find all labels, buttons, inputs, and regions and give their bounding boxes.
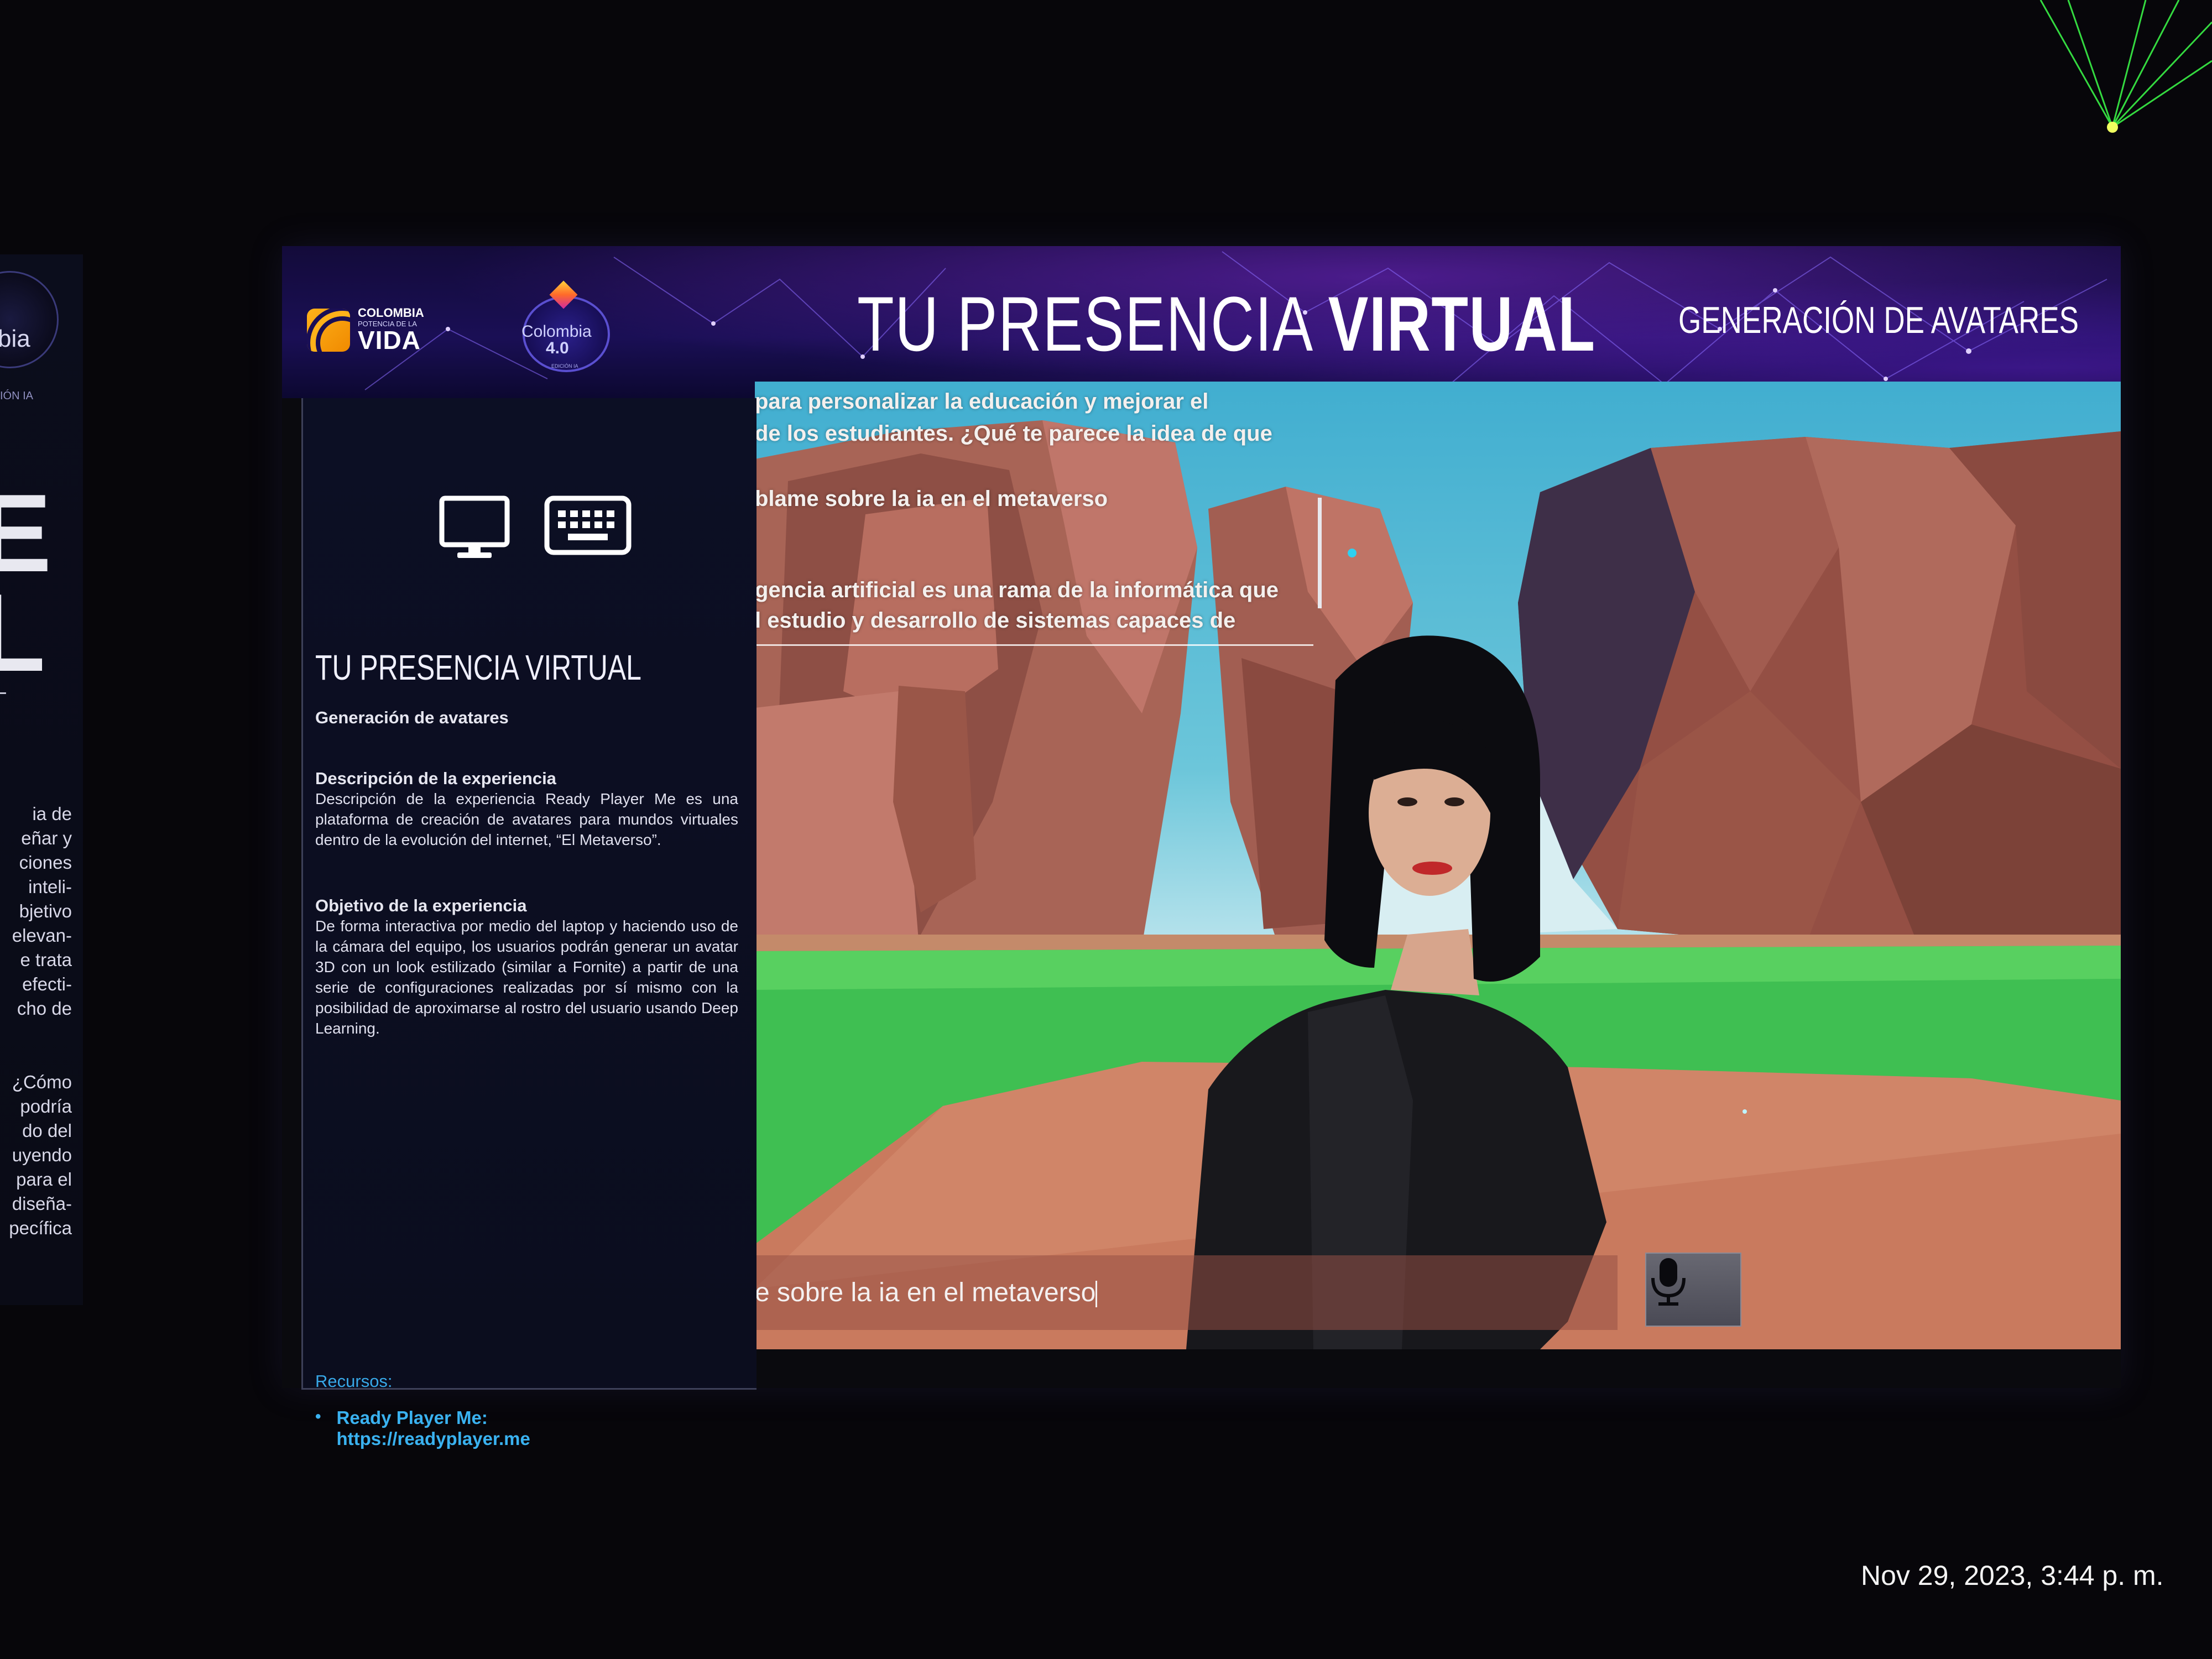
left-line: uyendo xyxy=(12,1145,72,1165)
message-input-value: e sobre la ia en el metaverso xyxy=(755,1278,1096,1307)
left-line: do del xyxy=(22,1120,72,1141)
left-line: pecífica xyxy=(9,1218,72,1238)
page-title-regular: TU PRESENCIA xyxy=(857,280,1328,367)
objective-body: De forma interactiva por medio del lapto… xyxy=(315,917,738,1037)
panel-subtitle: Generación de avatares xyxy=(315,708,509,727)
chat-line: l estudio y desarrollo de sistemas capac… xyxy=(755,608,1236,633)
resource-name: Ready Player Me: xyxy=(336,1407,488,1428)
left-logo-badge xyxy=(0,271,59,368)
brand-line-3: VIDA xyxy=(358,326,421,354)
photo-timestamp: Nov 29, 2023, 3:44 p. m. xyxy=(1861,1560,2164,1591)
left-logo-text: bia xyxy=(0,325,30,352)
left-paragraph: ¿Cómo podría do del uyendo para el diseñ… xyxy=(0,1070,72,1240)
microphone-icon xyxy=(1651,1258,1686,1306)
left-line: para el xyxy=(16,1169,72,1190)
resource-url[interactable]: https://readyplayer.me xyxy=(337,1428,530,1449)
colombia-brand-mark-icon xyxy=(307,308,350,352)
brand-line-1: COLOMBIA xyxy=(358,306,424,320)
left-line: inteli- xyxy=(28,877,72,897)
page-title: TU PRESENCIA VIRTUAL xyxy=(857,279,1596,369)
colombia-potencia-logo: COLOMBIA POTENCIA DE LA VIDA xyxy=(307,306,424,354)
left-line: podría xyxy=(20,1096,72,1117)
description-body: Descripción de la experiencia Ready Play… xyxy=(315,790,738,848)
page-subtitle: GENERACIÓN DE AVATARES xyxy=(1678,299,2079,341)
left-line: eñar y xyxy=(21,828,72,848)
left-line: bjetivo xyxy=(19,901,72,921)
left-logo-sub: IÓN IA xyxy=(0,390,34,402)
colombia-brand-text: COLOMBIA POTENCIA DE LA VIDA xyxy=(358,306,424,354)
chat-line: gencia artificial es una rama de la info… xyxy=(755,578,1279,602)
left-line: ¿Cómo xyxy=(12,1072,72,1092)
left-line: cho de xyxy=(17,998,72,1019)
scene-illustration xyxy=(755,420,2121,1349)
chat-divider xyxy=(755,644,1313,646)
message-input-text[interactable]: e sobre la ia en el metaverso xyxy=(755,1277,1098,1308)
info-panel: TU PRESENCIA VIRTUAL Generación de avata… xyxy=(301,398,757,1449)
laser-beams xyxy=(2039,0,2212,133)
monitor-icon xyxy=(439,495,510,561)
keyboard-icon xyxy=(544,495,632,561)
colombia-40-number: 4.0 xyxy=(546,339,569,357)
microphone-button[interactable] xyxy=(1645,1253,1741,1327)
text-caret xyxy=(1095,1281,1098,1308)
colombia-40-logo: Colombia 4.0 EDICIÓN IA xyxy=(517,280,611,379)
left-line: diseña- xyxy=(12,1193,72,1214)
left-big-letter: L xyxy=(0,571,46,695)
left-line: efecti- xyxy=(22,974,72,994)
avatar-scene: para personalizar la educación y mejorar… xyxy=(755,382,2121,1349)
panel-icon-row xyxy=(439,495,632,561)
left-line: ciones xyxy=(19,852,72,873)
left-line: e trata xyxy=(20,950,72,970)
chat-line: para personalizar la educación y mejorar… xyxy=(755,389,1209,414)
left-small-letter: L xyxy=(0,675,7,699)
left-paragraph: ia de eñar y ciones inteli- bjetivo elev… xyxy=(0,802,72,1021)
bullet-icon: • xyxy=(315,1407,321,1426)
chat-scrollbar[interactable] xyxy=(1318,498,1322,608)
description-heading: Descripción de la experiencia xyxy=(315,769,556,788)
chat-line: blame sobre la ia en el metaverso xyxy=(755,487,1108,511)
left-line: elevan- xyxy=(12,925,72,946)
chat-line: de los estudiantes. ¿Qué te parece la id… xyxy=(755,421,1272,446)
resources-label: Recursos: xyxy=(315,1371,393,1391)
header-banner: COLOMBIA POTENCIA DE LA VIDA Colombia 4.… xyxy=(282,246,2121,398)
led-wall: COLOMBIA POTENCIA DE LA VIDA Colombia 4.… xyxy=(282,246,2121,1449)
page-title-bold: VIRTUAL xyxy=(1328,280,1596,367)
colombia-40-sub: EDICIÓN IA xyxy=(551,363,578,369)
panel-title: TU PRESENCIA VIRTUAL xyxy=(315,648,641,687)
objective-heading: Objetivo de la experiencia xyxy=(315,896,527,915)
description-section: Descripción de la experiencia Descripció… xyxy=(315,769,738,850)
colombia-40-name: Colombia xyxy=(521,322,592,341)
resource-link[interactable]: • Ready Player Me: https://readyplayer.m… xyxy=(315,1407,530,1449)
objective-section: Objetivo de la experiencia De forma inte… xyxy=(315,896,738,1039)
left-line: ia de xyxy=(32,804,72,824)
left-neighbor-screen: bia IÓN IA E L L ia de eñar y ciones int… xyxy=(0,254,83,1305)
